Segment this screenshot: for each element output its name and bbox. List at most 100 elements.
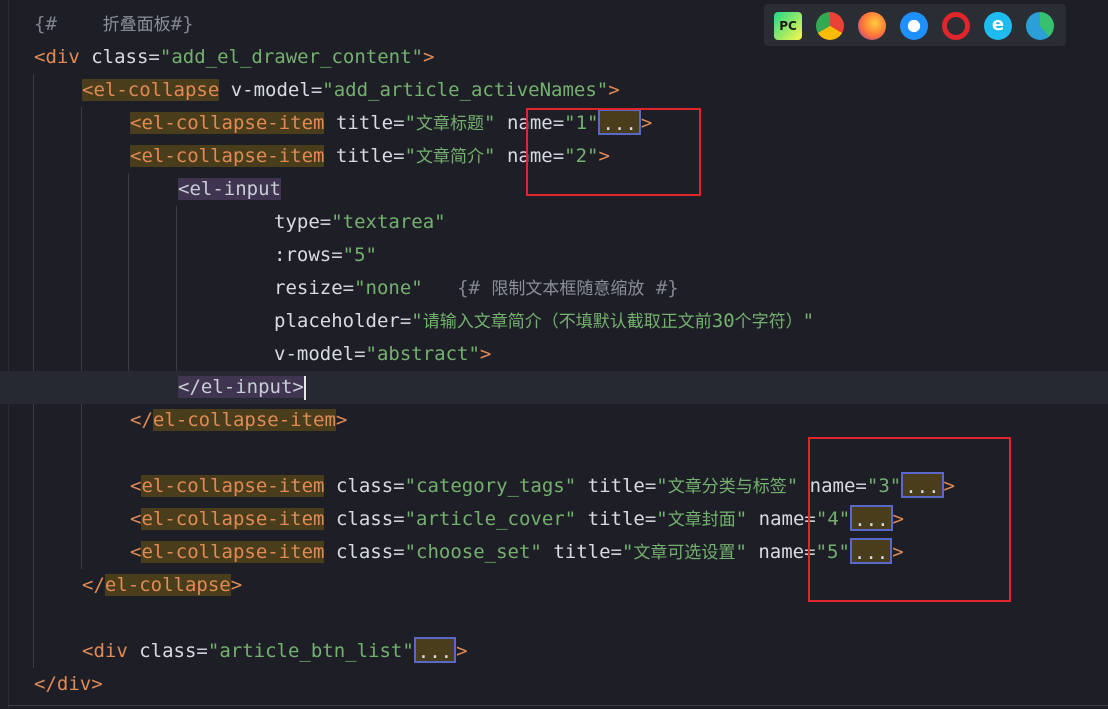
code-token: "5" [342,244,377,266]
code-line[interactable]: <el-collapse v-model="add_article_active… [0,74,1108,107]
code-token: "none" [354,277,423,299]
code-text: <el-input [178,173,281,206]
code-token: = [393,112,405,134]
fold-expander-button[interactable]: ... [413,637,457,663]
code-token: </ [130,409,153,431]
code-token: class [91,46,149,68]
code-token: class [139,640,197,662]
code-line[interactable]: </div> [0,668,1108,701]
code-token: title [587,508,645,530]
code-token: = [342,277,355,299]
code-token: = [610,541,622,563]
code-text: resize="none" {# 限制文本框随意缩放 #} [274,272,679,306]
code-token: "textarea" [331,211,446,233]
code-token: " [404,145,417,167]
code-token: > [479,343,492,365]
code-text: <el-collapse v-model="add_article_active… [82,74,620,107]
code-token: " [404,112,417,134]
code-text: </div> [34,668,103,701]
code-token: " [735,508,748,530]
code-line[interactable]: v-model="abstract"> [0,338,1108,371]
code-token: title [553,541,611,563]
highlight-box [526,108,701,196]
code-text: <div class="add_el_drawer_content"> [34,41,434,74]
code-token: el-collapse-item [152,409,336,431]
code-token: type [274,211,320,233]
code-token: > [230,574,243,596]
code-token: "article_cover" [404,508,577,530]
code-token: > [608,79,620,101]
code-token: <div [82,640,128,662]
code-token: 文章可选设置 [633,543,736,563]
edge-icon[interactable] [1026,12,1054,40]
text-cursor [303,375,306,400]
code-text: {# 折叠面板#} [34,8,194,42]
code-token: " [656,475,668,497]
code-token: {# [457,277,480,299]
code-token: <el-collapse-item [130,112,325,134]
code-editor[interactable]: {# 折叠面板#} <div class="add_el_drawer_conte… [0,0,1108,709]
ie-icon[interactable]: e [984,12,1012,40]
code-token: = [319,211,332,233]
code-token: el-collapse [104,574,231,596]
code-line[interactable]: resize="none" {# 限制文本框随意缩放 #} [0,272,1108,305]
opera-icon[interactable]: O [942,12,970,40]
code-token: 限制文本框随意缩放 [491,279,645,299]
code-token: = [393,145,405,167]
code-line[interactable]: </el-input> [0,371,1108,404]
code-token: < [130,541,142,563]
code-token: "choose_set" [404,541,542,563]
code-token: #} [170,13,194,35]
browser-icon-label: e [991,14,1005,35]
code-token: = [196,640,208,662]
code-token: " [484,112,496,134]
code-line[interactable] [0,602,1108,635]
highlight-box [808,437,1011,602]
safari-icon[interactable] [900,12,928,40]
code-token: " [786,475,799,497]
browser-launcher-bar: PC Oe [764,4,1066,46]
code-text: <div class="article_btn_list"... > [82,635,468,668]
code-token: "abstract" [365,343,480,365]
code-token: < [130,508,142,530]
code-line[interactable]: </el-collapse-item> [0,404,1108,437]
pycharm-icon[interactable]: PC [774,12,802,40]
code-line[interactable]: :rows="5" [0,239,1108,272]
code-token: > [422,46,435,68]
code-token: <div [34,46,80,68]
code-token: </el-input> [178,376,304,398]
code-token: " [484,145,496,167]
firefox-icon[interactable] [858,12,886,40]
code-token: name [758,508,805,530]
code-line[interactable]: <div class="article_btn_list"... > [0,635,1108,668]
code-token: < [130,475,142,497]
code-line[interactable]: type="textarea" [0,206,1108,239]
code-text: :rows="5" [274,239,377,272]
code-token: v-model [274,343,355,365]
code-token: class [335,475,394,497]
code-token: class [335,508,394,530]
code-token: title [335,112,394,134]
code-text: </el-collapse-item> [130,404,347,437]
code-token: > [335,409,348,431]
code-line[interactable]: placeholder="请输入文章简介（不填默认截取正文前30个字符）" [0,305,1108,338]
code-text: v-model="abstract"> [274,338,491,371]
code-token: el-collapse-item [141,508,325,530]
code-token: = [644,475,657,497]
chrome-icon[interactable] [816,12,844,40]
code-token: <el-input [178,178,281,200]
code-text: placeholder="请输入文章简介（不填默认截取正文前30个字符）" [274,305,814,339]
